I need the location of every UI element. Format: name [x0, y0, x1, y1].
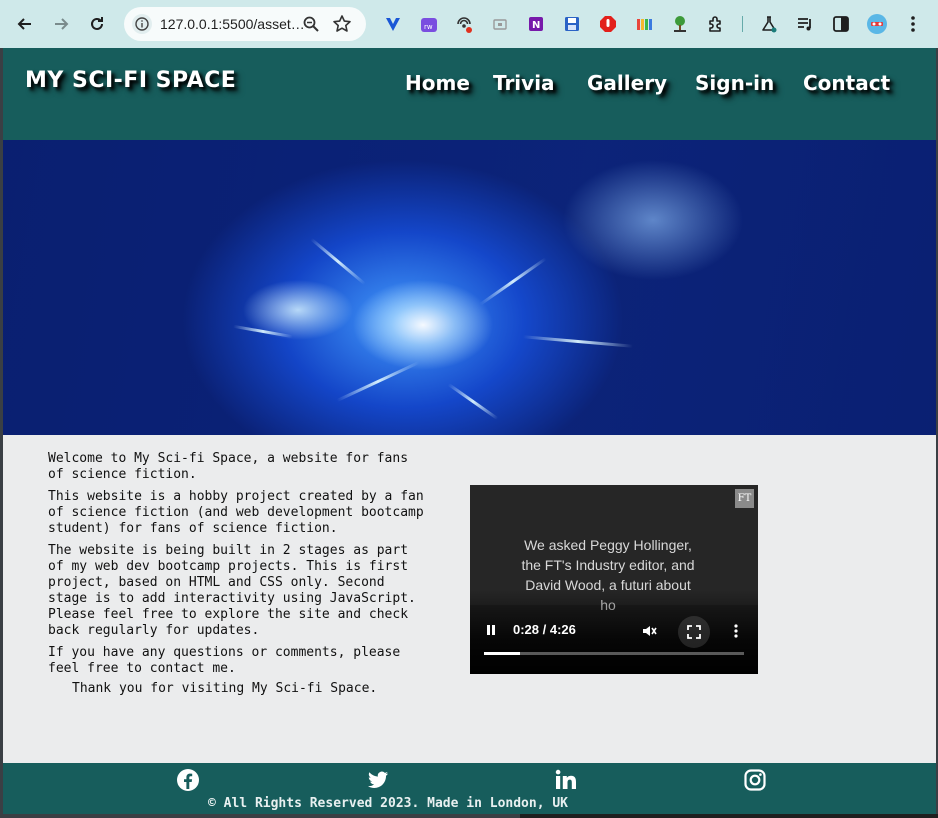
extension-broadcast-icon[interactable] — [453, 13, 475, 35]
svg-text:N: N — [532, 20, 540, 31]
instagram-icon[interactable] — [743, 768, 767, 792]
adblock-stop-icon[interactable] — [597, 13, 619, 35]
back-button[interactable] — [11, 10, 39, 38]
light-streak — [447, 383, 499, 420]
intro-paragraph: The website is being built in 2 stages a… — [48, 543, 416, 638]
video-progress-bar[interactable] — [484, 652, 744, 655]
light-streak — [479, 257, 547, 306]
extension-v-icon[interactable] — [382, 13, 404, 35]
onenote-icon[interactable]: N — [525, 13, 547, 35]
html-tree-icon[interactable] — [669, 13, 691, 35]
zoom-icon[interactable] — [302, 15, 320, 37]
intro-paragraph: If you have any questions or comments, p… — [48, 645, 401, 676]
twitter-icon[interactable] — [366, 768, 390, 792]
site-info-icon[interactable] — [132, 14, 152, 34]
nav-home[interactable]: Home — [405, 71, 470, 95]
more-options-icon[interactable] — [732, 623, 740, 643]
extension-screen-icon[interactable] — [489, 13, 511, 35]
site-header: MY SCI-FI SPACE Home Trivia Gallery Sign… — [3, 48, 936, 140]
muted-speaker-icon[interactable] — [641, 623, 657, 643]
labs-flask-icon[interactable] — [758, 13, 780, 35]
light-streak — [233, 324, 293, 339]
nav-contact[interactable]: Contact — [803, 71, 890, 95]
extensions-puzzle-icon[interactable] — [705, 13, 727, 35]
color-palette-icon[interactable] — [633, 13, 655, 35]
pause-icon[interactable] — [484, 622, 498, 641]
light-streak — [523, 335, 633, 348]
browser-menu-icon[interactable] — [902, 13, 924, 35]
thanks-message: Thank you for visiting My Sci-fi Space. — [72, 681, 378, 696]
ft-logo: FT — [735, 489, 754, 508]
facebook-icon[interactable] — [176, 768, 200, 792]
extension-puzzle-purple-icon[interactable]: rw — [418, 13, 440, 35]
light-streak — [336, 361, 420, 402]
save-disk-icon[interactable] — [561, 13, 583, 35]
taskbar-edge — [520, 814, 938, 818]
profile-avatar-icon[interactable] — [866, 13, 888, 35]
svg-text:rw: rw — [424, 23, 433, 31]
browser-toolbar: 127.0.0.1:5500/asset… rw N — [0, 0, 938, 48]
intro-paragraph: This website is a hobby project created … — [48, 489, 424, 536]
url-text: 127.0.0.1:5500/asset… — [160, 16, 305, 32]
bookmark-star-icon[interactable] — [332, 14, 352, 38]
intro-text: Welcome to My Sci-fi Space, a website fo… — [48, 451, 428, 703]
intro-paragraph: Welcome to My Sci-fi Space, a website fo… — [48, 451, 409, 482]
copyright-text: © All Rights Reserved 2023. Made in Lond… — [207, 796, 569, 811]
web-page: MY SCI-FI SPACE Home Trivia Gallery Sign… — [3, 48, 936, 814]
side-panel-icon[interactable] — [830, 13, 852, 35]
nav-gallery[interactable]: Gallery — [587, 71, 667, 95]
video-time: 0:28 / 4:26 — [513, 622, 576, 637]
light-streak — [310, 237, 366, 286]
address-bar[interactable]: 127.0.0.1:5500/asset… — [124, 7, 366, 41]
linkedin-icon[interactable] — [554, 768, 578, 792]
reload-button[interactable] — [83, 10, 111, 38]
video-progress-fill — [484, 652, 521, 655]
fullscreen-icon[interactable] — [678, 616, 710, 648]
video-player[interactable]: FT We asked Peggy Hollinger, the FT's In… — [470, 485, 758, 674]
nav-trivia[interactable]: Trivia — [493, 71, 555, 95]
media-queue-icon[interactable] — [794, 13, 816, 35]
site-footer: © All Rights Reserved 2023. Made in Lond… — [3, 763, 936, 814]
forward-button[interactable] — [47, 10, 75, 38]
nav-sign-in[interactable]: Sign-in — [695, 71, 774, 95]
main-content: Welcome to My Sci-fi Space, a website fo… — [3, 435, 936, 763]
toolbar-separator — [742, 16, 743, 32]
site-brand[interactable]: MY SCI-FI SPACE — [25, 68, 236, 93]
hero-space-image — [3, 140, 936, 435]
